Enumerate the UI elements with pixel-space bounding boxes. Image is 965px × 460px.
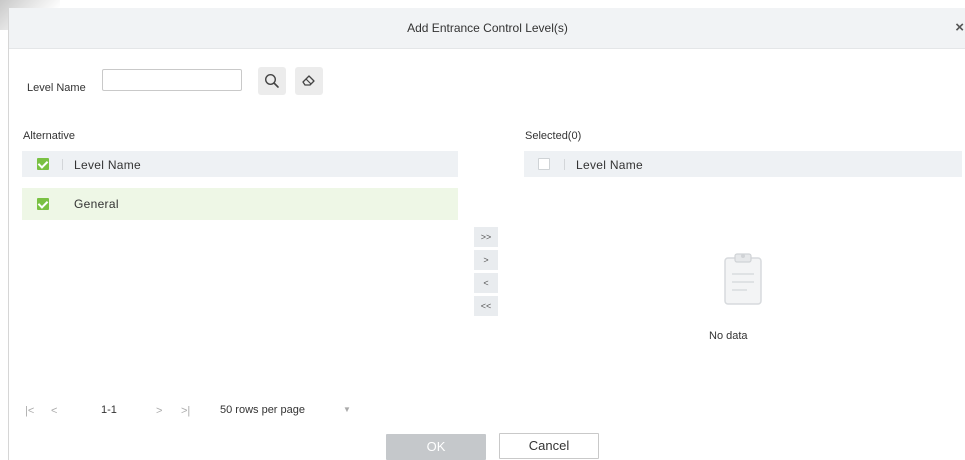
last-page-button[interactable]: >| (181, 405, 190, 417)
selected-label: Selected(0) (525, 130, 582, 142)
move-right-button[interactable]: > (474, 250, 498, 270)
ok-button[interactable]: OK (386, 434, 486, 460)
level-name-search-label: Level Name (27, 82, 86, 94)
move-all-left-button[interactable]: << (474, 296, 498, 316)
column-separator (62, 159, 63, 170)
left-column-header: Level Name (74, 158, 142, 172)
search-icon (264, 73, 279, 88)
close-icon[interactable]: × (955, 19, 964, 37)
next-page-button[interactable]: > (156, 405, 162, 417)
dialog-title: Add Entrance Control Level(s) (407, 21, 568, 35)
alternative-label: Alternative (23, 130, 75, 142)
page-range: 1-1 (101, 404, 117, 416)
add-level-dialog: Add Entrance Control Level(s) × Level Na… (8, 8, 965, 460)
rows-per-page-select[interactable]: 50 rows per page (220, 404, 305, 416)
dialog-titlebar: Add Entrance Control Level(s) × (9, 8, 965, 49)
search-button[interactable] (258, 67, 286, 95)
right-column-header: Level Name (576, 158, 644, 172)
row-level-name: General (74, 197, 119, 211)
left-table-header: Level Name (22, 151, 458, 177)
clear-button[interactable] (295, 67, 323, 95)
move-left-button[interactable]: < (474, 273, 498, 293)
cancel-button[interactable]: Cancel (499, 433, 599, 459)
no-data-text: No data (709, 330, 748, 342)
clipboard-icon (724, 253, 762, 305)
move-all-right-button[interactable]: >> (474, 227, 498, 247)
level-name-search-input[interactable] (102, 69, 242, 91)
first-page-button[interactable]: |< (25, 405, 34, 417)
table-row[interactable]: General (22, 188, 458, 220)
left-select-all-checkbox[interactable] (37, 158, 49, 170)
right-select-all-checkbox[interactable] (538, 158, 550, 170)
eraser-icon (302, 75, 315, 86)
row-checkbox[interactable] (37, 198, 49, 210)
column-separator (564, 159, 565, 170)
right-table-header: Level Name (524, 151, 962, 177)
dropdown-arrow-icon[interactable]: ▼ (343, 405, 351, 414)
prev-page-button[interactable]: < (51, 405, 57, 417)
